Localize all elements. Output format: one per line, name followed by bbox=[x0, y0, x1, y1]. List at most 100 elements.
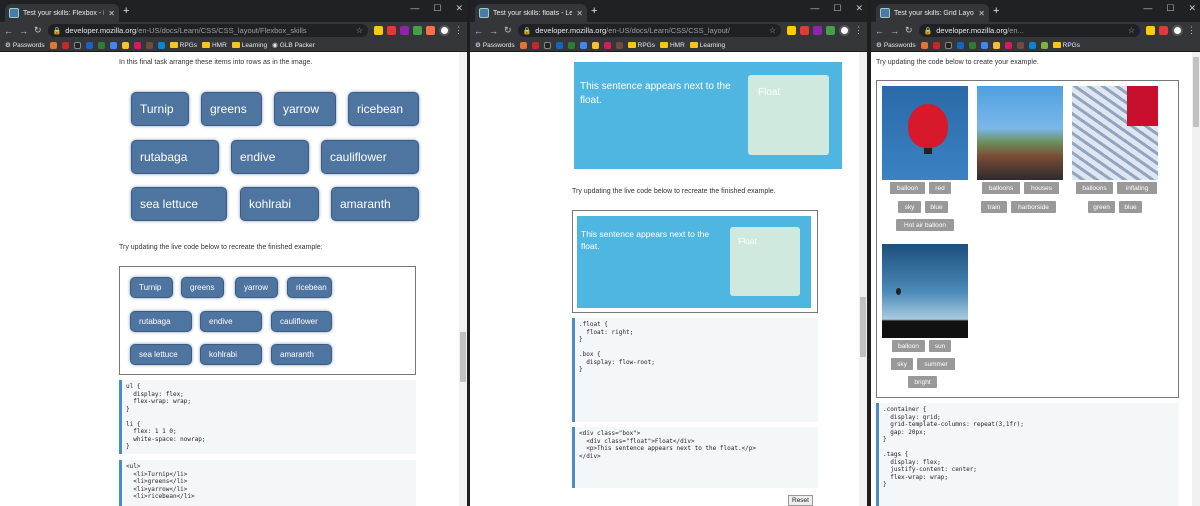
css-editor[interactable]: .container { display: grid; grid-templat… bbox=[876, 403, 1179, 506]
extension-icon[interactable] bbox=[374, 26, 383, 35]
extension-icon[interactable] bbox=[1146, 26, 1155, 35]
scrollbar[interactable] bbox=[1192, 52, 1200, 506]
tab-flexbox-skills[interactable]: Test your skills: Flexbox - Learn w ✕ bbox=[5, 4, 119, 22]
bookmark-icon[interactable] bbox=[133, 41, 141, 49]
new-tab-icon[interactable]: + bbox=[993, 5, 999, 17]
reload-icon[interactable]: ↻ bbox=[34, 25, 42, 36]
profile-avatar-icon[interactable] bbox=[839, 25, 850, 36]
tab-floats-skills[interactable]: Test your skills: floats - Learn web ✕ bbox=[475, 4, 587, 22]
bookmark-icon[interactable] bbox=[519, 41, 527, 49]
bookmark-icon[interactable] bbox=[603, 41, 611, 49]
bookmark-icon[interactable] bbox=[61, 41, 69, 49]
bookmark-icon[interactable] bbox=[49, 41, 57, 49]
bookmark-icon[interactable] bbox=[932, 41, 940, 49]
bookmark-icon[interactable] bbox=[1040, 41, 1048, 49]
extension-icon[interactable] bbox=[400, 26, 409, 35]
bookmark-icon[interactable] bbox=[591, 41, 599, 49]
reset-button[interactable]: Reset bbox=[788, 495, 813, 506]
extension-icon[interactable] bbox=[413, 26, 422, 35]
html-editor[interactable]: <div class="box"> <div class="float">Flo… bbox=[572, 427, 818, 488]
new-tab-icon[interactable]: + bbox=[591, 5, 597, 17]
bookmark-folder-learning[interactable]: Learning bbox=[231, 42, 267, 49]
maximize-icon[interactable]: ☐ bbox=[433, 3, 441, 14]
bookmark-passwords[interactable]: ⚙ Passwords bbox=[475, 41, 515, 50]
menu-icon[interactable]: ⋮ bbox=[1187, 25, 1196, 36]
menu-icon[interactable]: ⋮ bbox=[454, 25, 463, 36]
menu-icon[interactable]: ⋮ bbox=[854, 25, 863, 36]
bookmark-icon[interactable] bbox=[1028, 41, 1036, 49]
bookmark-glb-packer[interactable]: ◉ GLB Packer bbox=[272, 41, 315, 50]
close-window-icon[interactable]: ✕ bbox=[1188, 3, 1196, 14]
extension-icon[interactable] bbox=[426, 26, 435, 35]
bookmark-icon[interactable] bbox=[615, 41, 623, 49]
close-tab-icon[interactable]: ✕ bbox=[108, 9, 115, 18]
bookmark-icon[interactable] bbox=[579, 41, 587, 49]
bookmark-folder-learning[interactable]: Learning bbox=[689, 42, 725, 49]
bookmark-folder-hmr[interactable]: HMR bbox=[659, 42, 685, 49]
bookmark-icon[interactable] bbox=[1004, 41, 1012, 49]
profile-avatar-icon[interactable] bbox=[1172, 25, 1183, 36]
bookmark-icon[interactable] bbox=[956, 41, 964, 49]
html-editor[interactable]: <ul> <li>Turnip</li> <li>greens</li> <li… bbox=[119, 460, 416, 506]
bookmark-icon[interactable] bbox=[145, 41, 153, 49]
bookmark-folder-rpgs[interactable]: RPGs bbox=[1052, 42, 1080, 49]
back-icon[interactable]: ← bbox=[4, 26, 13, 36]
scrollbar-thumb[interactable] bbox=[460, 332, 466, 382]
close-tab-icon[interactable]: ✕ bbox=[978, 9, 985, 18]
reload-icon[interactable]: ↻ bbox=[504, 25, 512, 36]
bookmark-icon[interactable] bbox=[968, 41, 976, 49]
scrollbar[interactable] bbox=[459, 52, 467, 506]
extension-icon[interactable] bbox=[826, 26, 835, 35]
back-icon[interactable]: ← bbox=[875, 26, 884, 36]
bookmark-icon[interactable] bbox=[992, 41, 1000, 49]
address-bar[interactable]: 🔒 developer.mozilla.org/en-US/docs/Learn… bbox=[517, 24, 781, 37]
new-tab-icon[interactable]: + bbox=[123, 5, 129, 17]
address-bar[interactable]: 🔒 developer.mozilla.org/en-US/docs/Learn… bbox=[47, 24, 368, 37]
bookmark-icon[interactable] bbox=[531, 41, 539, 49]
bookmark-folder-rpgs[interactable]: RPGs bbox=[169, 42, 197, 49]
forward-icon[interactable]: → bbox=[19, 26, 28, 36]
bookmark-icon[interactable] bbox=[920, 41, 928, 49]
extension-icon[interactable] bbox=[387, 26, 396, 35]
forward-icon[interactable]: → bbox=[489, 26, 498, 36]
minimize-icon[interactable]: — bbox=[410, 3, 419, 14]
maximize-icon[interactable]: ☐ bbox=[1166, 3, 1174, 14]
extension-icon[interactable] bbox=[813, 26, 822, 35]
profile-avatar-icon[interactable] bbox=[439, 25, 450, 36]
bookmark-icon[interactable] bbox=[1016, 41, 1024, 49]
bookmark-star-icon[interactable]: ☆ bbox=[356, 26, 363, 35]
bookmark-icon[interactable] bbox=[543, 41, 551, 49]
minimize-icon[interactable]: — bbox=[1143, 3, 1152, 14]
close-window-icon[interactable]: ✕ bbox=[455, 3, 463, 14]
css-editor[interactable]: .float { float: right; } .box { display:… bbox=[572, 318, 818, 422]
bookmark-icon[interactable] bbox=[567, 41, 575, 49]
css-editor[interactable]: ul { display: flex; flex-wrap: wrap; } l… bbox=[119, 380, 416, 454]
bookmark-icon[interactable] bbox=[980, 41, 988, 49]
bookmark-icon[interactable] bbox=[944, 41, 952, 49]
tab-grid-skills[interactable]: Test your skills: Grid Layout - Le ✕ bbox=[876, 4, 989, 22]
bookmark-folder-hmr[interactable]: HMR bbox=[201, 42, 227, 49]
extension-icon[interactable] bbox=[1159, 26, 1168, 35]
bookmark-icon[interactable] bbox=[109, 41, 117, 49]
extension-icon[interactable] bbox=[787, 26, 796, 35]
bookmark-icon[interactable] bbox=[73, 41, 81, 49]
forward-icon[interactable]: → bbox=[890, 26, 899, 36]
extension-icon[interactable] bbox=[800, 26, 809, 35]
bookmark-icon[interactable] bbox=[97, 41, 105, 49]
bookmark-icon[interactable] bbox=[121, 41, 129, 49]
bookmark-folder-rpgs[interactable]: RPGs bbox=[627, 42, 655, 49]
close-tab-icon[interactable]: ✕ bbox=[576, 9, 583, 18]
bookmark-passwords[interactable]: ⚙ Passwords bbox=[5, 41, 45, 50]
bookmark-icon[interactable] bbox=[555, 41, 563, 49]
close-window-icon[interactable]: ✕ bbox=[855, 3, 863, 14]
minimize-icon[interactable]: — bbox=[810, 3, 819, 14]
bookmark-star-icon[interactable]: ☆ bbox=[769, 26, 776, 35]
reload-icon[interactable]: ↻ bbox=[905, 25, 913, 36]
address-bar[interactable]: 🔒 developer.mozilla.org/en... ☆ bbox=[918, 24, 1140, 37]
back-icon[interactable]: ← bbox=[474, 26, 483, 36]
bookmark-star-icon[interactable]: ☆ bbox=[1128, 26, 1135, 35]
scrollbar[interactable] bbox=[859, 52, 867, 506]
bookmark-passwords[interactable]: ⚙ Passwords bbox=[876, 41, 916, 50]
maximize-icon[interactable]: ☐ bbox=[833, 3, 841, 14]
bookmark-icon[interactable] bbox=[85, 41, 93, 49]
